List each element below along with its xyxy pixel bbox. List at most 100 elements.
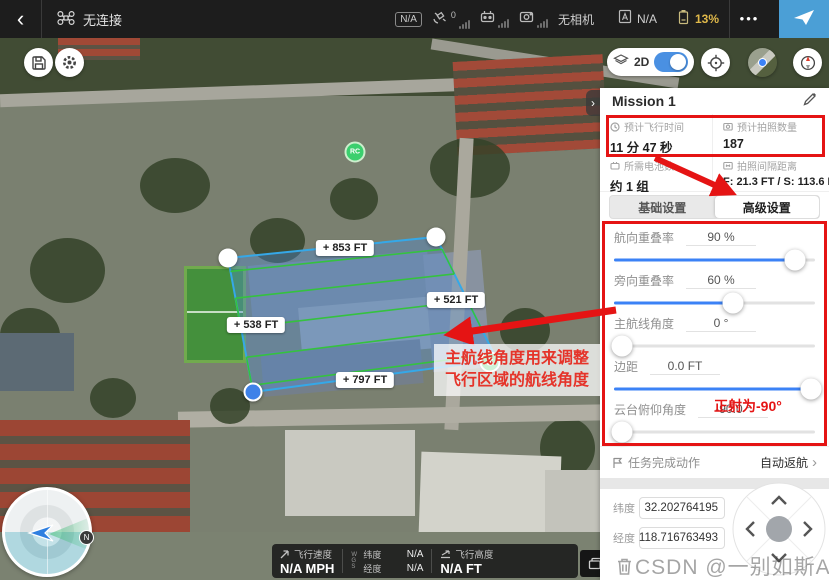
edit-mission-button[interactable] [803, 92, 817, 111]
mission-title: Mission 1 [612, 93, 676, 109]
gimbal-pitch-slider[interactable] [614, 421, 815, 443]
altitude-icon [440, 549, 451, 559]
stat-flight-time: 预计飞行时间 11 分 47 秒 [600, 114, 713, 153]
speed-arrow-icon [280, 549, 290, 559]
side-overlap-value[interactable]: 60 % [686, 273, 756, 289]
slider-thumb[interactable] [722, 293, 743, 314]
gps-signal: 0 [432, 10, 470, 29]
mission-stats: 预计飞行时间 11 分 47 秒 预计拍照数量 187 所需电池数 约 1 组 … [600, 114, 829, 192]
more-button[interactable]: ••• [729, 0, 769, 38]
area-corner-handle-selected[interactable] [244, 383, 263, 402]
interval-icon [723, 161, 733, 170]
finish-action-value: 自动返航 [760, 454, 808, 471]
clock-icon [610, 122, 620, 132]
edge-length-label-left[interactable]: + 538 FT [227, 317, 285, 333]
flag-icon [612, 457, 623, 469]
stat-photo-count: 预计拍照数量 187 [713, 114, 829, 153]
minimap-button[interactable] [748, 48, 777, 77]
panel-collapse-button[interactable]: › [586, 90, 600, 116]
tab-basic-settings[interactable]: 基础设置 [610, 196, 715, 218]
map-sports-field [184, 266, 246, 363]
area-corner-handle[interactable] [427, 228, 446, 247]
top-status-bar: ‹ 无连接 N/A 0 [0, 0, 829, 38]
pencil-icon [803, 92, 817, 106]
photo-icon [723, 122, 733, 131]
camera-signal [519, 10, 548, 28]
attitude-compass[interactable] [2, 487, 92, 577]
app-root: S RC + 853 FT + 521 FT + 538 FT + 797 FT… [0, 0, 829, 580]
route-angle-value[interactable]: 0 ° [686, 316, 756, 332]
latitude-input[interactable]: 32.202764195 [639, 497, 725, 519]
route-angle-note: 主航线角度用来调整 飞行区域的航线角度 [434, 344, 600, 396]
slider-row-frontal-overlap: 航向重叠率90 % [614, 224, 815, 267]
rc-signal [480, 10, 509, 28]
takeoff-plane-icon [792, 7, 816, 32]
layers-icon [613, 53, 629, 71]
tab-advanced-settings[interactable]: 高级设置 [715, 196, 820, 218]
rc-position-marker: RC [345, 142, 366, 163]
save-icon [31, 55, 47, 71]
slider-row-route-angle: 主航线角度0 ° [614, 310, 815, 353]
drone-heading-icon [27, 521, 57, 545]
edge-length-label-bottom[interactable]: + 797 FT [336, 372, 394, 388]
compass-reset-button[interactable] [793, 48, 822, 77]
drone-icon [56, 10, 76, 29]
rc-mode: N/A [618, 9, 657, 29]
frontal-overlap-slider[interactable] [614, 249, 815, 271]
telemetry-bar: 飞行速度 N/A MPH WGS 纬度N/A 经度N/A 飞行高度 N/A FT [272, 544, 578, 578]
slider-row-side-overlap: 旁向重叠率60 % [614, 267, 815, 310]
slider-row-margin: 边距0.0 FT [614, 353, 815, 396]
map-building [260, 339, 423, 397]
speed-readout: 飞行速度 N/A MPH [272, 547, 342, 576]
slider-thumb[interactable] [612, 336, 633, 357]
slider-thumb[interactable] [800, 379, 821, 400]
margin-value[interactable]: 0.0 FT [650, 359, 720, 375]
frontal-overlap-value[interactable]: 90 % [686, 230, 756, 246]
side-overlap-slider[interactable] [614, 292, 815, 314]
battery-percent: 13% [695, 12, 719, 26]
settings-tabs: 基础设置 高级设置 [609, 195, 820, 219]
connection-status: 无连接 [83, 10, 122, 29]
telemetry-lon: N/A [389, 563, 423, 574]
slider-thumb[interactable] [612, 422, 633, 443]
stat-battery-count: 所需电池数 约 1 组 [600, 153, 713, 192]
coords-readout: WGS 纬度N/A 经度N/A [343, 548, 431, 575]
map-building-white [285, 430, 415, 516]
telemetry-lat: N/A [389, 549, 423, 560]
map-2d-toggle[interactable]: 2D [607, 48, 694, 76]
satellite-icon [432, 10, 448, 29]
battery-pack-icon [610, 161, 620, 171]
crosshair-icon [707, 54, 725, 72]
camera-status: 无相机 [558, 11, 594, 28]
map-settings-button[interactable] [55, 48, 84, 77]
longitude-input[interactable]: 118.716763493 [639, 527, 725, 549]
edge-length-label-right[interactable]: + 521 FT [427, 292, 485, 308]
battery-icon [677, 9, 690, 30]
view-toggle-label: 2D [634, 55, 649, 69]
edge-length-label-top[interactable]: + 853 FT [316, 240, 374, 256]
slider-thumb[interactable] [784, 250, 805, 271]
area-corner-handle[interactable] [219, 249, 238, 268]
datum-label: WGS [351, 552, 359, 570]
back-button[interactable]: ‹ [0, 0, 42, 38]
flight-mode-icon [618, 9, 632, 29]
2d-toggle-switch[interactable] [654, 52, 688, 72]
coordinates-section: 纬度 32.202764195 经度 118.716763493 [600, 489, 829, 580]
battery-status: 13% [677, 9, 719, 30]
gps-count: 0 [451, 10, 456, 20]
camera-icon [519, 10, 534, 28]
map-building-white [419, 452, 562, 539]
finish-action-row[interactable]: 任务完成动作 自动返航 › [600, 446, 829, 478]
flight-mode-badge: N/A [395, 12, 422, 27]
route-angle-slider[interactable] [614, 335, 815, 357]
compass-icon [799, 54, 817, 72]
rc-mode-value: N/A [637, 12, 657, 26]
takeoff-button[interactable] [779, 0, 829, 38]
mission-panel: › Mission 1 预计飞行时间 11 分 47 秒 预计拍照数量 187 … [600, 88, 829, 580]
remote-controller-icon [480, 10, 495, 28]
chevron-right-icon: › [812, 454, 817, 471]
nudge-dpad[interactable] [731, 481, 827, 580]
locate-button[interactable] [701, 48, 730, 77]
gimbal-angle-note: 正射为-90° [714, 396, 782, 416]
save-mission-button[interactable] [24, 48, 53, 77]
